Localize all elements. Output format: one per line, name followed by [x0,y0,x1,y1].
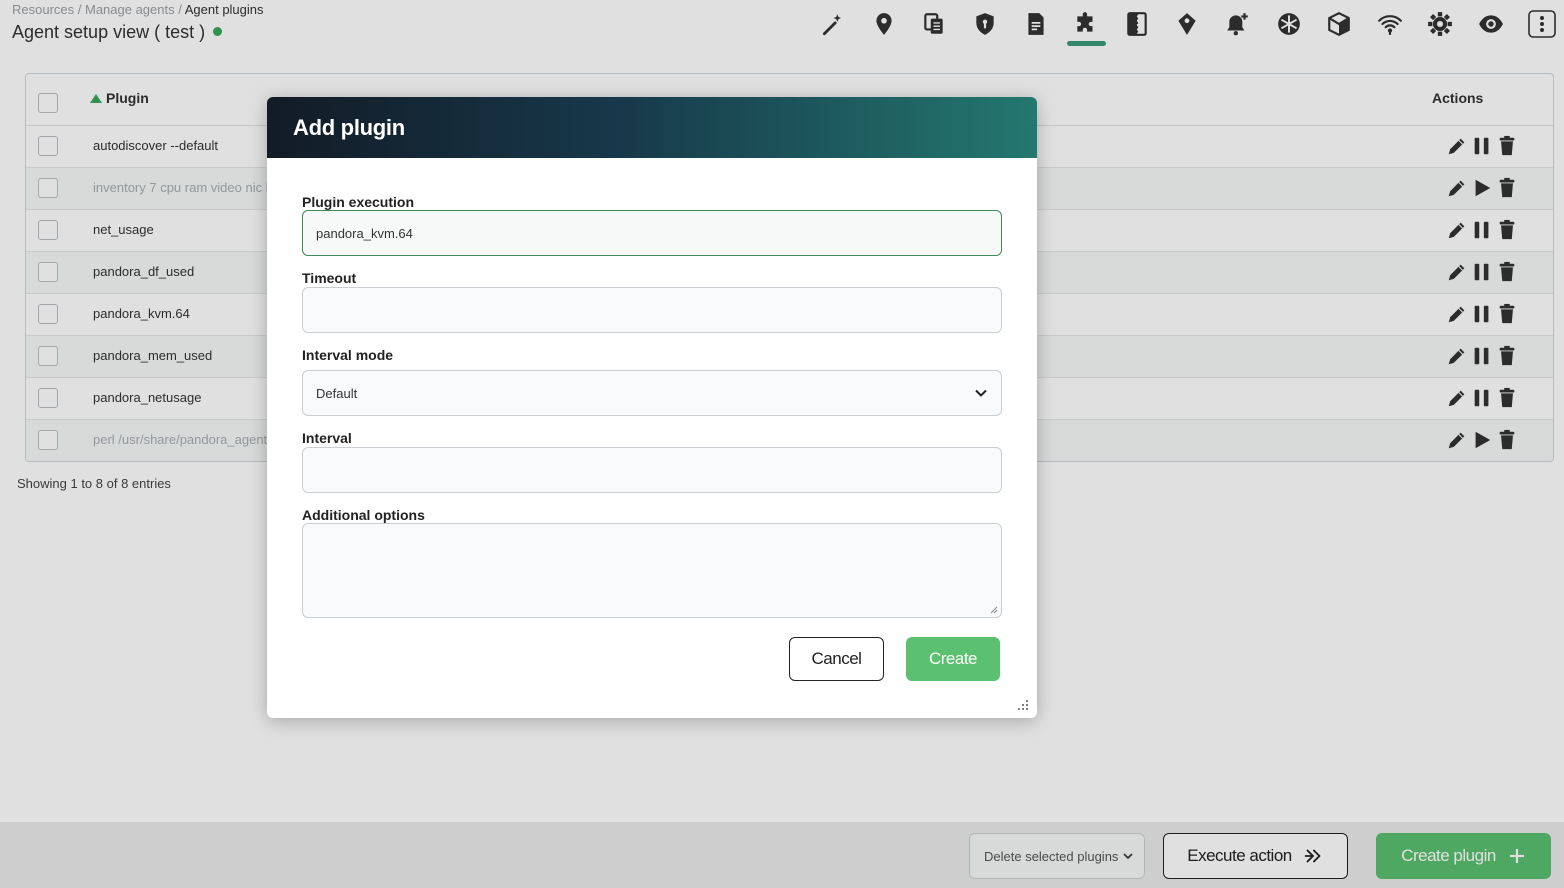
timeout-input[interactable] [302,287,1002,333]
interval-mode-label: Interval mode [302,347,394,363]
additional-options-label: Additional options [302,507,425,523]
interval-input[interactable] [302,447,1002,493]
timeout-label: Timeout [302,270,357,286]
dialog-header[interactable]: Add plugin [267,97,1037,158]
resize-grip-icon[interactable] [990,606,998,614]
create-button[interactable]: Create [906,637,1000,681]
plugin-execution-input[interactable]: pandora_kvm.64 [302,210,1002,256]
dialog-title: Add plugin [293,114,405,140]
additional-options-textarea[interactable] [302,523,1002,618]
plugin-execution-value: pandora_kvm.64 [316,225,413,241]
interval-mode-value: Default [316,385,358,401]
interval-mode-select[interactable]: Default [302,370,1002,416]
plugin-execution-label: Plugin execution [302,194,415,210]
interval-label: Interval [302,430,352,446]
chevron-down-icon [975,389,987,397]
add-plugin-dialog: Add plugin Plugin execution pandora_kvm.… [267,97,1037,718]
cancel-button[interactable]: Cancel [789,637,884,681]
dialog-resize-icon[interactable] [1017,699,1029,711]
